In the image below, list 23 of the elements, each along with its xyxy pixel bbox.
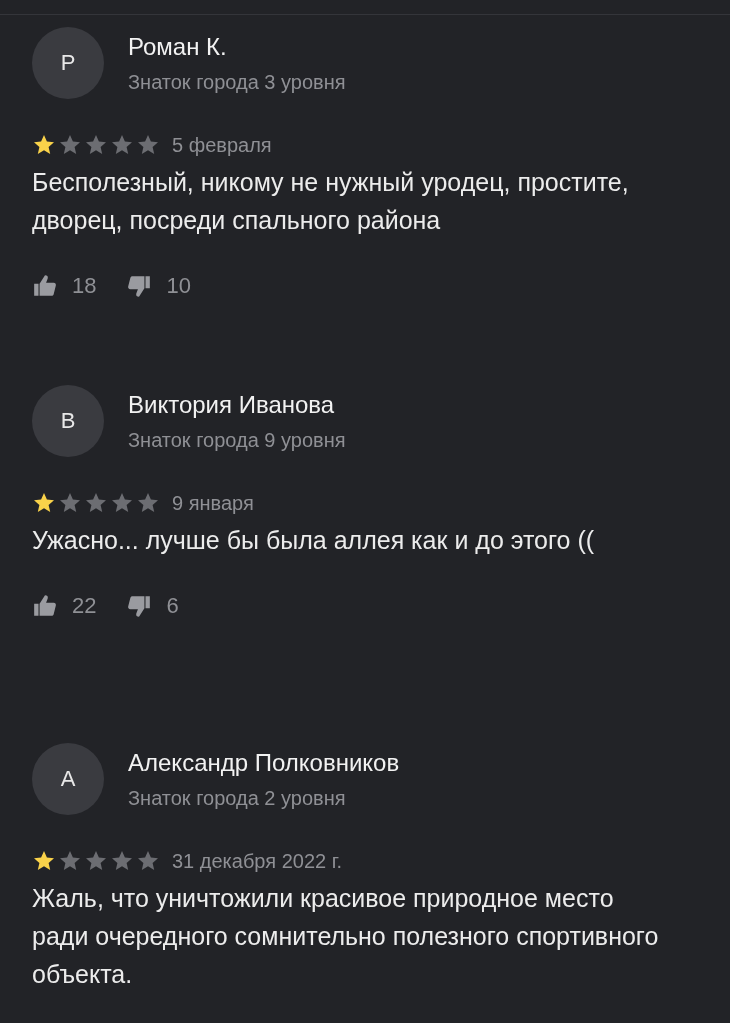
- thumbs-down-icon: [126, 273, 153, 299]
- like-button[interactable]: 18: [32, 273, 97, 299]
- thumbs-down-icon: [126, 593, 153, 619]
- review-date: 31 декабря 2022 г.: [172, 849, 343, 873]
- thumbs-up-icon: [32, 593, 58, 619]
- review-text: Ужасно... лучше бы была аллея как и до этого ((: [32, 525, 596, 556]
- review-text: Жаль, что уничтожили красивое природное место ради очередного сомнительно полезного спортивного объекта.: [32, 883, 660, 990]
- thumbs-up-icon: [32, 273, 58, 299]
- avatar: Р: [32, 27, 104, 99]
- dislike-button[interactable]: 6: [126, 593, 179, 619]
- author-name: Виктория Иванова: [128, 390, 336, 419]
- review-date: 9 января: [172, 491, 254, 515]
- author-level: Знаток города 9 уровня: [128, 428, 346, 452]
- dislike-button[interactable]: 10: [126, 273, 191, 299]
- author-level: Знаток города 3 уровня: [128, 70, 346, 94]
- author-level: Знаток города 2 уровня: [128, 786, 347, 810]
- author-name: Александр Полковников: [128, 748, 400, 777]
- review-text: Бесполезный, никому не нужный уродец, простите, дворец, посреди спального района: [32, 167, 630, 236]
- author-name: Роман К.: [128, 32, 228, 61]
- avatar: В: [32, 385, 104, 457]
- like-button[interactable]: 22: [32, 593, 97, 619]
- review-date: 5 февраля: [172, 133, 272, 157]
- avatar: А: [32, 743, 104, 815]
